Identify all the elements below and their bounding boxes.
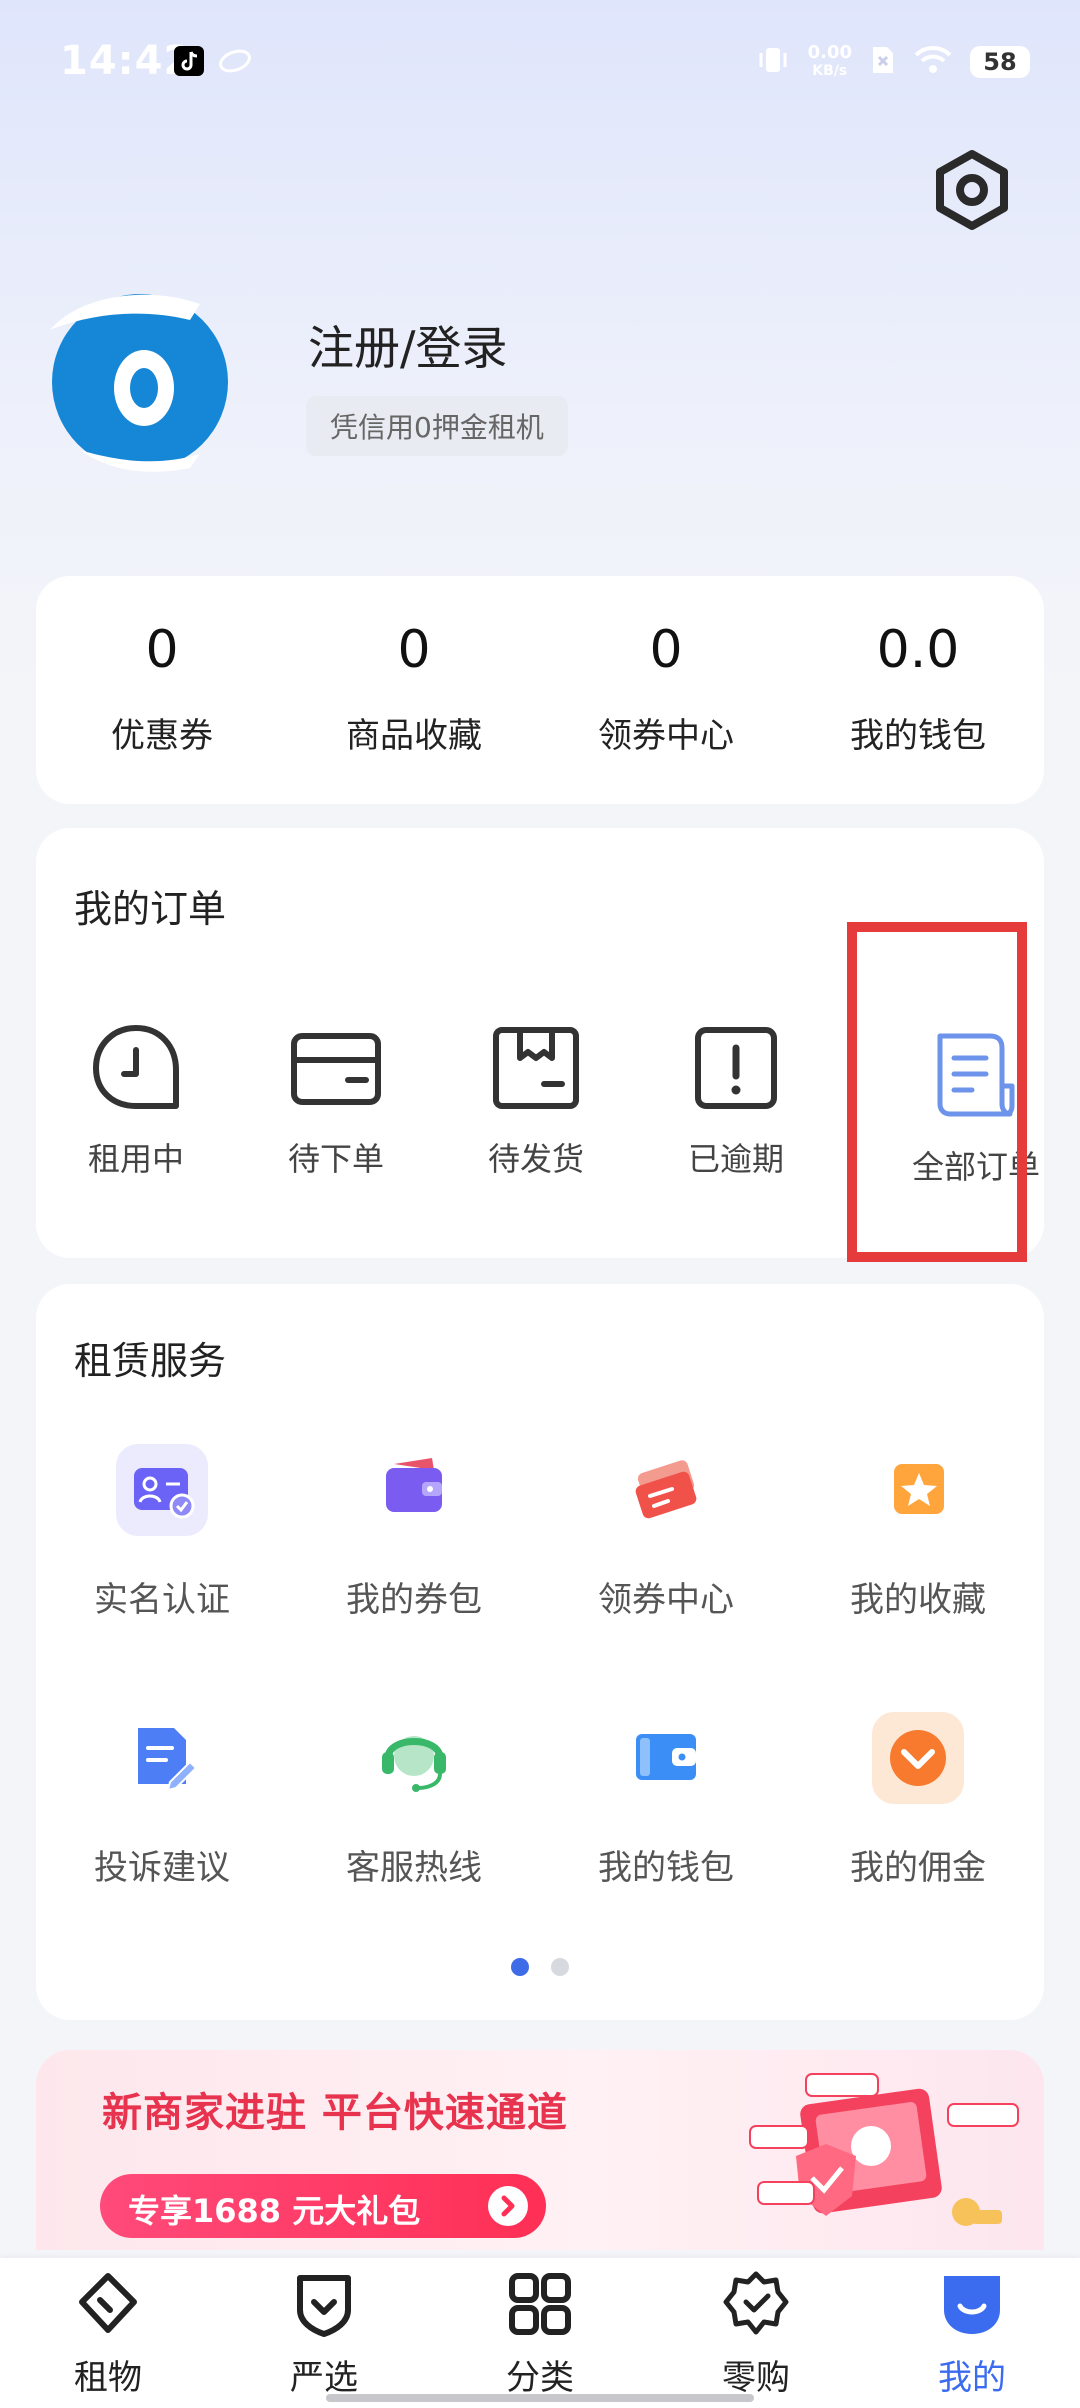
- service-complaints[interactable]: 投诉建议: [36, 1712, 288, 1912]
- headset-icon: [368, 1712, 460, 1804]
- highlight-annotation-box: [847, 922, 1027, 1262]
- service-label: 我的券包: [346, 1580, 482, 1620]
- stat-value: 0: [649, 620, 683, 680]
- stat-value: 0: [397, 620, 431, 680]
- tab-mine[interactable]: 我的: [864, 2258, 1080, 2408]
- status-right: 0.00 KB/s 58: [756, 40, 1030, 84]
- service-my-favorites[interactable]: 我的收藏: [792, 1444, 1044, 1644]
- settings-hexagon-icon: [936, 150, 1008, 230]
- wallet-icon: [368, 1444, 460, 1536]
- wifi-icon: [914, 45, 952, 79]
- tab-category[interactable]: 分类: [432, 2258, 648, 2408]
- arrow-right-icon: [488, 2186, 528, 2226]
- app-notification-icon: [218, 46, 251, 76]
- id-card-icon: [116, 1444, 208, 1536]
- order-overdue[interactable]: 已逾期: [636, 828, 836, 1258]
- banner-button-label: 专享1688 元大礼包: [128, 2192, 421, 2230]
- shield-check-icon: [297, 2275, 351, 2337]
- vibrate-icon: [756, 43, 790, 81]
- ticket-icon: [620, 1444, 712, 1536]
- order-label: 已逾期: [687, 1140, 784, 1178]
- rent-icon: [79, 2273, 137, 2333]
- order-pending-shipment[interactable]: 待发货: [436, 828, 636, 1258]
- stat-wallet[interactable]: 0.0 我的钱包: [792, 576, 1044, 804]
- grid-icon: [509, 2273, 571, 2335]
- badge-check-icon: [723, 2271, 789, 2335]
- banner-title: 新商家进驻 平台快速通道: [102, 2090, 568, 2136]
- status-bar: 14:42 0.00 KB/s 58: [0, 0, 1080, 130]
- stat-label: 我的钱包: [850, 716, 986, 756]
- status-time: 14:42: [60, 38, 193, 84]
- sim-icon: [870, 44, 896, 80]
- package-icon: [493, 1027, 579, 1109]
- banner-illustration-icon: [749, 2073, 1019, 2226]
- edit-document-icon: [116, 1712, 208, 1804]
- stat-value: 0.0: [876, 620, 960, 680]
- logo-avatar-icon: [50, 294, 228, 472]
- tab-label: 严选: [290, 2358, 358, 2398]
- stat-value: 0: [145, 620, 179, 680]
- service-label: 实名认证: [94, 1580, 230, 1620]
- service-label: 我的钱包: [598, 1848, 734, 1888]
- profile-subtitle-tag: 凭信用0押金租机: [306, 396, 568, 456]
- service-label: 客服热线: [346, 1848, 482, 1888]
- page-indicator: [36, 1958, 1044, 1980]
- page-dot-active[interactable]: [511, 1958, 530, 1976]
- smile-icon: [944, 2276, 1000, 2334]
- service-label: 我的佣金: [850, 1848, 986, 1888]
- tab-rent[interactable]: 租物: [0, 2258, 216, 2408]
- merchant-banner[interactable]: 新商家进驻 平台快速通道 专享1688 元大礼包: [36, 2050, 1044, 2250]
- network-speed: 0.00 KB/s: [808, 44, 852, 80]
- service-label: 投诉建议: [94, 1848, 230, 1888]
- purse-icon: [620, 1712, 712, 1804]
- speed-value: 0.00: [807, 42, 852, 63]
- services-title: 租赁服务: [74, 1339, 227, 1383]
- login-register-link[interactable]: 注册/登录: [308, 312, 508, 378]
- star-icon: [872, 1444, 964, 1536]
- stat-label: 商品收藏: [346, 716, 482, 756]
- tab-label: 我的: [938, 2358, 1006, 2398]
- page-dot[interactable]: [550, 1958, 569, 1976]
- bottom-tab-bar: 租物 严选 分类 零购 我的: [0, 2258, 1080, 2408]
- tab-label: 分类: [506, 2358, 574, 2398]
- avatar[interactable]: [40, 290, 230, 480]
- order-label: 待下单: [287, 1140, 384, 1178]
- home-indicator[interactable]: [326, 2394, 754, 2402]
- rental-services-card: 租赁服务 实名认证 我的券包 领券中心 我的收藏 投诉建议 客服热线 我的钱包 …: [36, 1284, 1044, 2020]
- battery-indicator: 58: [970, 46, 1030, 78]
- service-my-wallet[interactable]: 我的钱包: [540, 1712, 792, 1912]
- card-icon: [291, 1033, 381, 1105]
- tab-zero-purchase[interactable]: 零购: [648, 2258, 864, 2408]
- order-renting[interactable]: 租用中: [36, 828, 236, 1258]
- service-label: 领券中心: [598, 1580, 734, 1620]
- order-pending-order[interactable]: 待下单: [236, 828, 436, 1258]
- stat-label: 领券中心: [598, 716, 734, 756]
- stat-label: 优惠券: [111, 716, 213, 756]
- stat-coupon-center[interactable]: 0 领券中心: [540, 576, 792, 804]
- stat-coupons[interactable]: 0 优惠券: [36, 576, 288, 804]
- service-label: 我的收藏: [850, 1580, 986, 1620]
- order-label: 租用中: [87, 1140, 184, 1178]
- service-real-name-auth[interactable]: 实名认证: [36, 1444, 288, 1644]
- clock-icon: [93, 1025, 179, 1109]
- service-my-coupon-wallet[interactable]: 我的券包: [288, 1444, 540, 1644]
- service-my-commission[interactable]: 我的佣金: [792, 1712, 1044, 1912]
- service-coupon-center[interactable]: 领券中心: [540, 1444, 792, 1644]
- commission-icon: [872, 1712, 964, 1804]
- speed-unit: KB/s: [812, 63, 848, 79]
- service-hotline[interactable]: 客服热线: [288, 1712, 540, 1912]
- tab-label: 租物: [74, 2358, 142, 2398]
- settings-button[interactable]: [930, 148, 1014, 232]
- stat-favorites[interactable]: 0 商品收藏: [288, 576, 540, 804]
- tab-label: 零购: [722, 2358, 790, 2398]
- alert-icon: [695, 1027, 777, 1109]
- tab-selected[interactable]: 严选: [216, 2258, 432, 2408]
- banner-gift-button[interactable]: 专享1688 元大礼包: [100, 2174, 546, 2238]
- order-label: 待发货: [487, 1140, 584, 1178]
- stats-card: 0 优惠券 0 商品收藏 0 领券中心 0.0 我的钱包: [36, 576, 1044, 804]
- tiktok-icon: [174, 46, 204, 76]
